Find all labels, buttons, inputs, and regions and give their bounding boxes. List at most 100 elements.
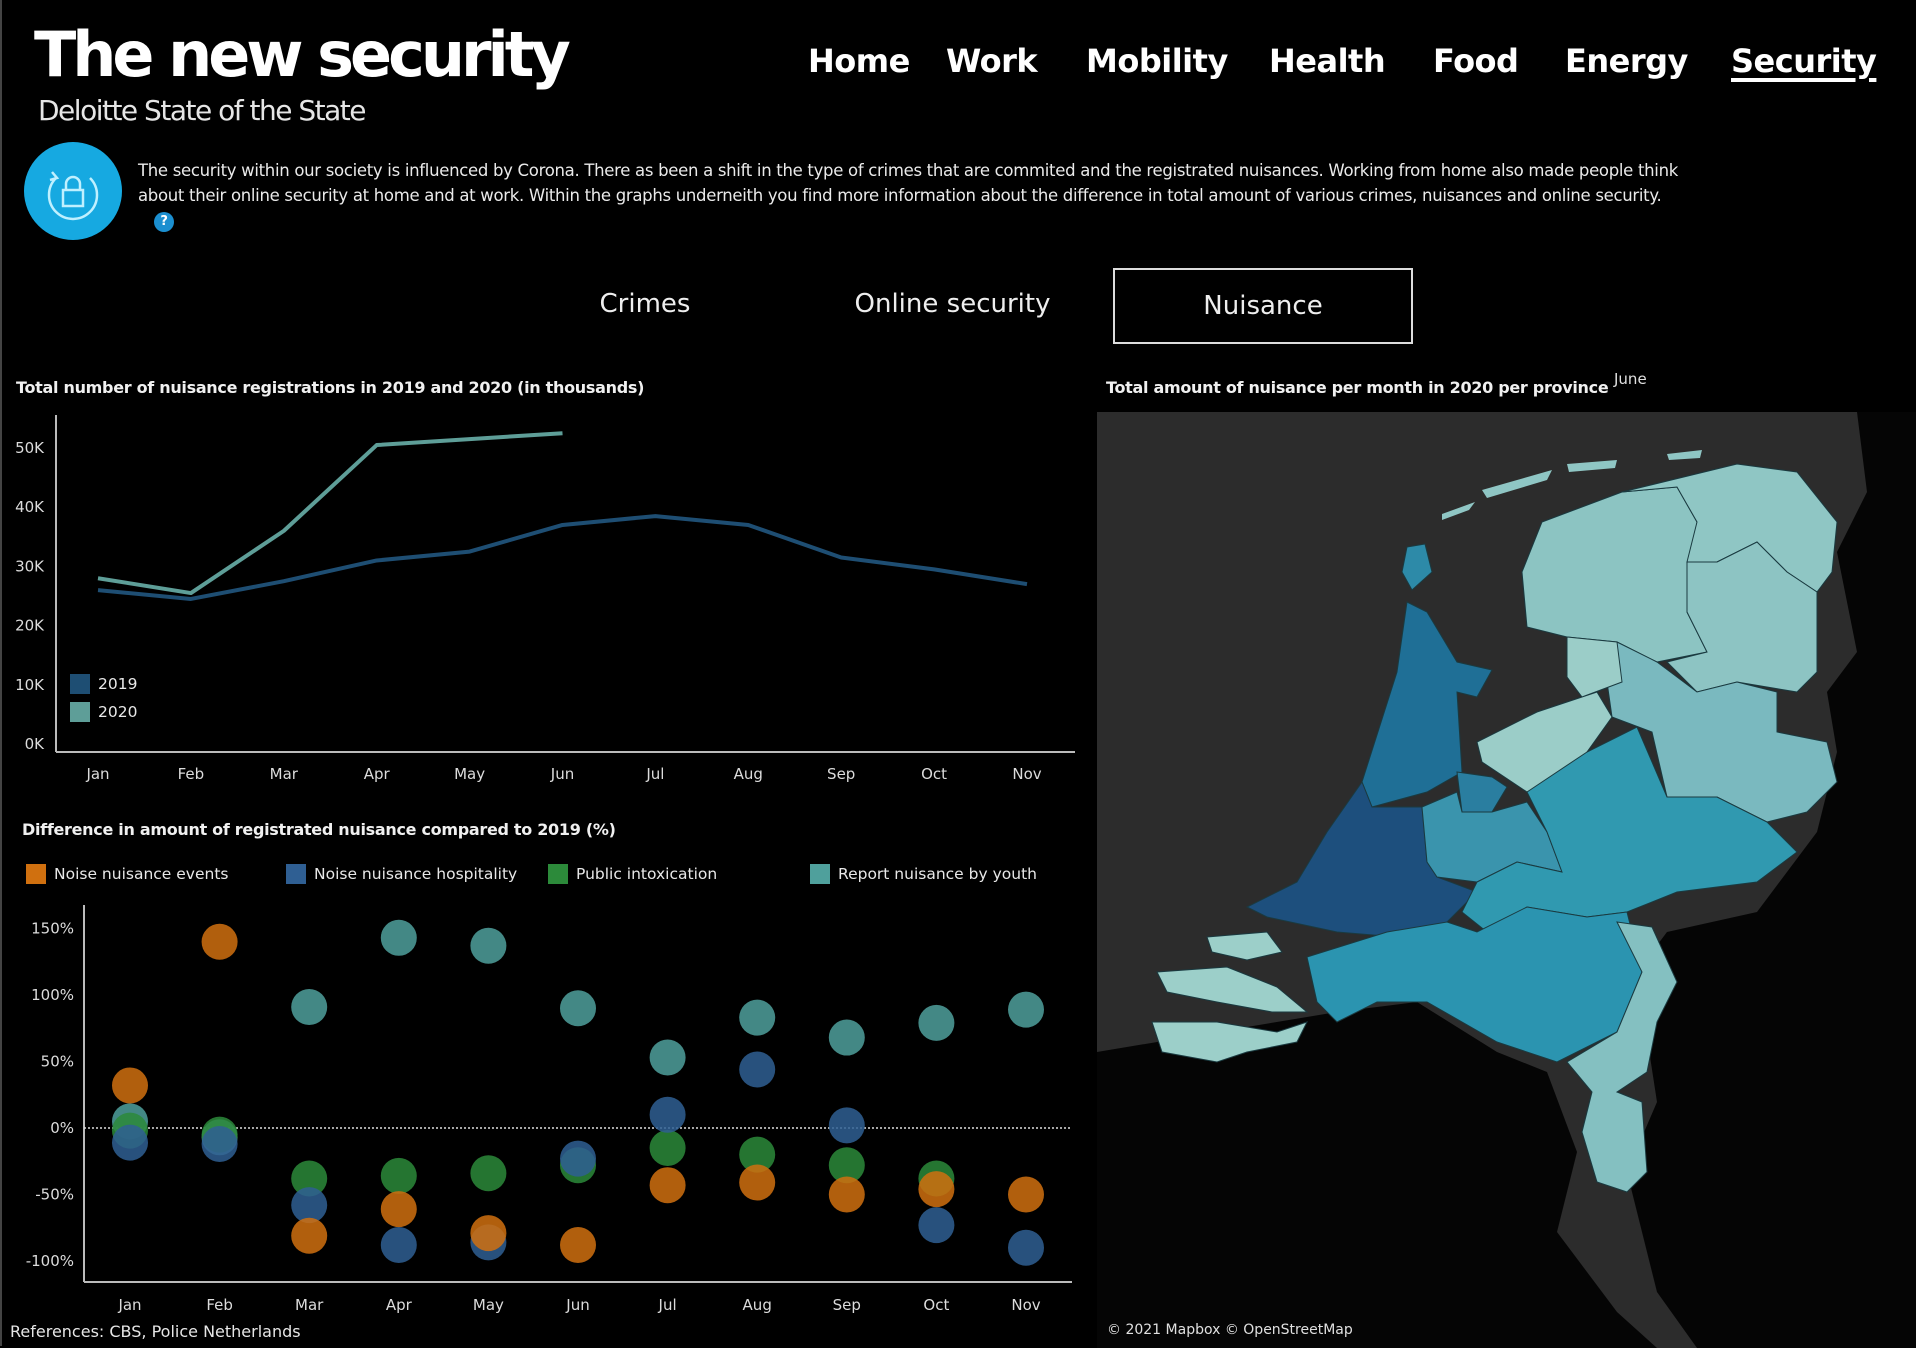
scatter-point[interactable]	[560, 990, 596, 1027]
y-tick-label: 20K	[15, 617, 45, 635]
nav-food[interactable]: Food	[1433, 42, 1519, 80]
y-tick-label: -50%	[35, 1186, 74, 1204]
legend-label-noise-hospitality: Noise nuisance hospitality	[314, 865, 518, 883]
scatter-point[interactable]	[470, 1215, 507, 1252]
legend-item-public-intoxication[interactable]: Public intoxication	[548, 864, 717, 884]
x-tick-label: Jul	[645, 765, 664, 783]
island-ameland	[1567, 460, 1617, 472]
island-schiermonnikoog	[1667, 450, 1702, 460]
province-texel[interactable]	[1401, 543, 1433, 591]
scatter-point[interactable]	[560, 1140, 596, 1177]
scatter-point[interactable]	[470, 1155, 507, 1192]
province-zeeland[interactable]	[1151, 931, 1309, 1063]
x-tick-label: Aug	[734, 765, 763, 783]
scatter-point[interactable]	[470, 927, 507, 964]
y-tick-label: 50K	[15, 439, 45, 457]
scatter-point[interactable]	[649, 1096, 686, 1133]
legend-item-2019[interactable]: 2019	[70, 674, 137, 694]
page-subtitle: Deloitte State of the State	[38, 94, 366, 127]
tab-crimes[interactable]: Crimes	[560, 268, 730, 340]
scatter-point[interactable]	[1008, 1176, 1044, 1213]
tab-online-security[interactable]: Online security	[830, 268, 1075, 340]
scatter-point[interactable]	[201, 923, 238, 960]
province-map[interactable]: © 2021 Mapbox © OpenStreetMap	[1097, 412, 1916, 1348]
scatter-point[interactable]	[560, 1227, 596, 1264]
scatter-point[interactable]	[112, 1124, 148, 1161]
scatter-point[interactable]	[828, 1019, 865, 1056]
scatter-point[interactable]	[380, 1227, 417, 1264]
nav-mobility[interactable]: Mobility	[1086, 42, 1228, 80]
scatter-point[interactable]	[918, 1207, 955, 1244]
province-friesland[interactable]	[1521, 486, 1708, 663]
legend-item-noise-hospitality[interactable]: Noise nuisance hospitality	[286, 864, 517, 884]
province-almere[interactable]	[1456, 771, 1508, 813]
island-vlieland	[1442, 502, 1475, 520]
x-tick-label: Mar	[295, 1296, 324, 1314]
scatter-point[interactable]	[649, 1129, 686, 1166]
month-filter[interactable]: June	[1614, 370, 1647, 388]
scatter-point[interactable]	[739, 999, 776, 1036]
scatter-point[interactable]	[201, 1125, 238, 1162]
line-series-2019[interactable]	[97, 514, 1028, 601]
scatter-point[interactable]	[828, 1176, 865, 1213]
x-tick-label: Jan	[85, 765, 109, 783]
x-tick-label: Jul	[658, 1296, 677, 1314]
legend-label-2020: 2020	[98, 703, 138, 721]
y-tick-label: -100%	[26, 1252, 74, 1270]
x-tick-label: Nov	[1012, 765, 1041, 783]
legend-item-2020[interactable]: 2020	[70, 702, 137, 722]
scatter-point[interactable]	[380, 919, 417, 956]
scatter-point[interactable]	[1008, 1229, 1044, 1266]
scatter-point[interactable]	[918, 1171, 955, 1208]
nav-health[interactable]: Health	[1269, 42, 1386, 80]
y-tick-label: 0%	[50, 1119, 74, 1137]
scatter-point[interactable]	[1008, 991, 1044, 1028]
legend-label-youth: Report nuisance by youth	[838, 865, 1037, 883]
nav-security[interactable]: Security	[1731, 42, 1877, 80]
legend-item-youth[interactable]: Report nuisance by youth	[810, 864, 1037, 884]
legend-swatch-2020	[70, 702, 90, 722]
x-tick-label: Aug	[743, 1296, 772, 1314]
scatter-point[interactable]	[380, 1191, 417, 1228]
x-tick-label: Apr	[364, 765, 391, 783]
nav-energy[interactable]: Energy	[1565, 42, 1688, 80]
legend-label-noise-events: Noise nuisance events	[54, 865, 229, 883]
tab-nuisance[interactable]: Nuisance	[1113, 268, 1413, 344]
nav-work[interactable]: Work	[946, 42, 1038, 80]
y-tick-label: 100%	[31, 986, 74, 1004]
scatter-chart-title: Difference in amount of registrated nuis…	[22, 820, 616, 839]
legend-item-noise-events[interactable]: Noise nuisance events	[26, 864, 228, 884]
line-chart-title: Total number of nuisance registrations i…	[16, 378, 645, 397]
scatter-point[interactable]	[112, 1067, 148, 1104]
x-tick-label: Apr	[386, 1296, 413, 1314]
scatter-point[interactable]	[291, 988, 328, 1025]
scatter-point[interactable]	[828, 1107, 865, 1144]
legend-swatch-noise-events	[26, 864, 46, 884]
y-tick-label: 0K	[25, 735, 46, 753]
legend-swatch-public-intoxication	[548, 864, 568, 884]
scatter-point[interactable]	[649, 1167, 686, 1204]
legend-swatch-youth	[810, 864, 830, 884]
scatter-point[interactable]	[918, 1004, 955, 1041]
x-tick-label: Nov	[1011, 1296, 1040, 1314]
nav-home[interactable]: Home	[808, 42, 910, 80]
x-tick-label: May	[454, 765, 485, 783]
scatter-point[interactable]	[380, 1157, 417, 1194]
x-tick-label: Jan	[117, 1296, 141, 1314]
island-terschelling	[1482, 470, 1552, 498]
intro-text: The security within our society is influ…	[138, 158, 1688, 233]
y-tick-label: 150%	[31, 920, 74, 938]
legend-swatch-noise-hospitality	[286, 864, 306, 884]
scatter-point[interactable]	[739, 1164, 776, 1201]
legend-swatch-2019	[70, 674, 90, 694]
scatter-point[interactable]	[649, 1039, 686, 1076]
y-tick-label: 10K	[15, 676, 45, 694]
x-tick-label: Jun	[550, 765, 574, 783]
scatter-point[interactable]	[739, 1051, 776, 1088]
x-tick-label: May	[473, 1296, 504, 1314]
legend-label-public-intoxication: Public intoxication	[576, 865, 718, 883]
intro-paragraph: The security within our society is influ…	[138, 161, 1679, 205]
scatter-point[interactable]	[291, 1217, 328, 1254]
help-icon[interactable]: ?	[154, 211, 174, 232]
map-attribution[interactable]: © 2021 Mapbox © OpenStreetMap	[1107, 1322, 1353, 1338]
